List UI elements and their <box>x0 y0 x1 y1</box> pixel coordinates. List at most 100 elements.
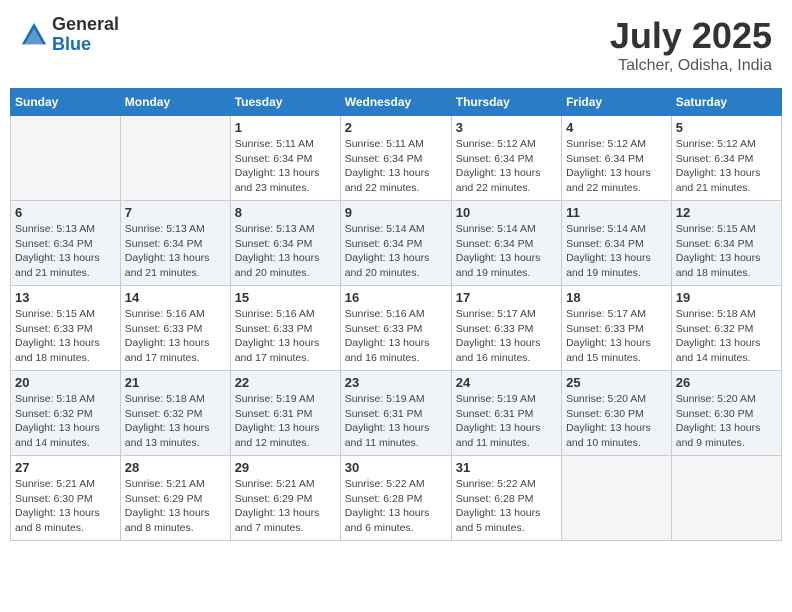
day-number: 22 <box>235 375 336 390</box>
day-number: 17 <box>456 290 557 305</box>
calendar-cell <box>11 116 121 201</box>
weekday-header: Tuesday <box>230 89 340 116</box>
calendar-cell <box>671 456 781 541</box>
calendar-cell: 16 Sunrise: 5:16 AMSunset: 6:33 PMDayligh… <box>340 286 451 371</box>
day-detail: Sunrise: 5:12 AMSunset: 6:34 PMDaylight:… <box>566 137 667 196</box>
day-detail: Sunrise: 5:18 AMSunset: 6:32 PMDaylight:… <box>676 307 777 366</box>
day-detail: Sunrise: 5:19 AMSunset: 6:31 PMDaylight:… <box>235 392 336 451</box>
weekday-header: Wednesday <box>340 89 451 116</box>
day-number: 18 <box>566 290 667 305</box>
logo: General Blue <box>20 15 119 55</box>
logo-icon <box>20 21 48 49</box>
day-number: 20 <box>15 375 116 390</box>
day-detail: Sunrise: 5:16 AMSunset: 6:33 PMDaylight:… <box>125 307 226 366</box>
day-number: 1 <box>235 120 336 135</box>
weekday-header: Sunday <box>11 89 121 116</box>
day-number: 6 <box>15 205 116 220</box>
logo-text: General Blue <box>52 15 119 55</box>
day-detail: Sunrise: 5:11 AMSunset: 6:34 PMDaylight:… <box>235 137 336 196</box>
calendar-cell: 17 Sunrise: 5:17 AMSunset: 6:33 PMDayligh… <box>451 286 561 371</box>
day-detail: Sunrise: 5:17 AMSunset: 6:33 PMDaylight:… <box>456 307 557 366</box>
day-detail: Sunrise: 5:12 AMSunset: 6:34 PMDaylight:… <box>676 137 777 196</box>
day-number: 29 <box>235 460 336 475</box>
day-number: 7 <box>125 205 226 220</box>
day-number: 2 <box>345 120 447 135</box>
day-number: 27 <box>15 460 116 475</box>
day-detail: Sunrise: 5:22 AMSunset: 6:28 PMDaylight:… <box>345 477 447 536</box>
calendar-cell: 14 Sunrise: 5:16 AMSunset: 6:33 PMDayligh… <box>120 286 230 371</box>
calendar-week-row: 6 Sunrise: 5:13 AMSunset: 6:34 PMDaylight… <box>11 201 782 286</box>
day-detail: Sunrise: 5:18 AMSunset: 6:32 PMDaylight:… <box>15 392 116 451</box>
calendar-cell: 18 Sunrise: 5:17 AMSunset: 6:33 PMDayligh… <box>562 286 672 371</box>
calendar-cell: 20 Sunrise: 5:18 AMSunset: 6:32 PMDayligh… <box>11 371 121 456</box>
calendar-week-row: 20 Sunrise: 5:18 AMSunset: 6:32 PMDayligh… <box>11 371 782 456</box>
day-number: 28 <box>125 460 226 475</box>
day-detail: Sunrise: 5:21 AMSunset: 6:29 PMDaylight:… <box>125 477 226 536</box>
calendar-cell: 27 Sunrise: 5:21 AMSunset: 6:30 PMDayligh… <box>11 456 121 541</box>
day-number: 24 <box>456 375 557 390</box>
calendar-cell: 1 Sunrise: 5:11 AMSunset: 6:34 PMDaylight… <box>230 116 340 201</box>
day-number: 3 <box>456 120 557 135</box>
calendar-cell: 3 Sunrise: 5:12 AMSunset: 6:34 PMDaylight… <box>451 116 561 201</box>
day-detail: Sunrise: 5:13 AMSunset: 6:34 PMDaylight:… <box>15 222 116 281</box>
page-header: General Blue July 2025 Talcher, Odisha, … <box>10 10 782 80</box>
calendar-cell: 4 Sunrise: 5:12 AMSunset: 6:34 PMDaylight… <box>562 116 672 201</box>
day-number: 11 <box>566 205 667 220</box>
calendar-cell: 31 Sunrise: 5:22 AMSunset: 6:28 PMDayligh… <box>451 456 561 541</box>
calendar-week-row: 1 Sunrise: 5:11 AMSunset: 6:34 PMDaylight… <box>11 116 782 201</box>
day-number: 23 <box>345 375 447 390</box>
day-detail: Sunrise: 5:14 AMSunset: 6:34 PMDaylight:… <box>566 222 667 281</box>
calendar-cell: 10Sunrise: 5:14 AMSunset: 6:34 PMDayligh… <box>451 201 561 286</box>
weekday-header: Saturday <box>671 89 781 116</box>
day-detail: Sunrise: 5:13 AMSunset: 6:34 PMDaylight:… <box>235 222 336 281</box>
day-detail: Sunrise: 5:20 AMSunset: 6:30 PMDaylight:… <box>566 392 667 451</box>
day-detail: Sunrise: 5:21 AMSunset: 6:30 PMDaylight:… <box>15 477 116 536</box>
calendar-week-row: 13Sunrise: 5:15 AMSunset: 6:33 PMDayligh… <box>11 286 782 371</box>
day-detail: Sunrise: 5:16 AMSunset: 6:33 PMDaylight:… <box>235 307 336 366</box>
day-number: 5 <box>676 120 777 135</box>
calendar-cell <box>562 456 672 541</box>
calendar-cell: 24 Sunrise: 5:19 AMSunset: 6:31 PMDayligh… <box>451 371 561 456</box>
logo-blue: Blue <box>52 35 119 55</box>
day-detail: Sunrise: 5:11 AMSunset: 6:34 PMDaylight:… <box>345 137 447 196</box>
day-number: 14 <box>125 290 226 305</box>
calendar-cell: 15 Sunrise: 5:16 AMSunset: 6:33 PMDayligh… <box>230 286 340 371</box>
day-number: 12 <box>676 205 777 220</box>
day-number: 30 <box>345 460 447 475</box>
day-detail: Sunrise: 5:12 AMSunset: 6:34 PMDaylight:… <box>456 137 557 196</box>
day-detail: Sunrise: 5:17 AMSunset: 6:33 PMDaylight:… <box>566 307 667 366</box>
day-detail: Sunrise: 5:22 AMSunset: 6:28 PMDaylight:… <box>456 477 557 536</box>
day-number: 19 <box>676 290 777 305</box>
calendar-cell: 9Sunrise: 5:14 AMSunset: 6:34 PMDaylight… <box>340 201 451 286</box>
calendar-cell: 23 Sunrise: 5:19 AMSunset: 6:31 PMDayligh… <box>340 371 451 456</box>
day-detail: Sunrise: 5:15 AMSunset: 6:34 PMDaylight:… <box>676 222 777 281</box>
day-number: 13 <box>15 290 116 305</box>
calendar-cell: 13Sunrise: 5:15 AMSunset: 6:33 PMDayligh… <box>11 286 121 371</box>
calendar-week-row: 27 Sunrise: 5:21 AMSunset: 6:30 PMDayligh… <box>11 456 782 541</box>
calendar-cell: 5 Sunrise: 5:12 AMSunset: 6:34 PMDaylight… <box>671 116 781 201</box>
calendar-cell: 28 Sunrise: 5:21 AMSunset: 6:29 PMDayligh… <box>120 456 230 541</box>
calendar-cell: 21Sunrise: 5:18 AMSunset: 6:32 PMDayligh… <box>120 371 230 456</box>
day-number: 26 <box>676 375 777 390</box>
weekday-header: Friday <box>562 89 672 116</box>
day-number: 31 <box>456 460 557 475</box>
calendar-table: SundayMondayTuesdayWednesdayThursdayFrid… <box>10 88 782 541</box>
day-detail: Sunrise: 5:14 AMSunset: 6:34 PMDaylight:… <box>456 222 557 281</box>
title-block: July 2025 Talcher, Odisha, India <box>610 15 772 75</box>
day-detail: Sunrise: 5:16 AMSunset: 6:33 PMDaylight:… <box>345 307 447 366</box>
day-detail: Sunrise: 5:20 AMSunset: 6:30 PMDaylight:… <box>676 392 777 451</box>
weekday-header-row: SundayMondayTuesdayWednesdayThursdayFrid… <box>11 89 782 116</box>
calendar-cell: 30 Sunrise: 5:22 AMSunset: 6:28 PMDayligh… <box>340 456 451 541</box>
day-number: 15 <box>235 290 336 305</box>
weekday-header: Thursday <box>451 89 561 116</box>
day-number: 9 <box>345 205 447 220</box>
day-number: 16 <box>345 290 447 305</box>
calendar-cell: 11 Sunrise: 5:14 AMSunset: 6:34 PMDayligh… <box>562 201 672 286</box>
day-detail: Sunrise: 5:19 AMSunset: 6:31 PMDaylight:… <box>345 392 447 451</box>
location: Talcher, Odisha, India <box>610 57 772 75</box>
calendar-cell: 29Sunrise: 5:21 AMSunset: 6:29 PMDayligh… <box>230 456 340 541</box>
day-detail: Sunrise: 5:19 AMSunset: 6:31 PMDaylight:… <box>456 392 557 451</box>
day-number: 4 <box>566 120 667 135</box>
day-number: 25 <box>566 375 667 390</box>
calendar-cell: 26 Sunrise: 5:20 AMSunset: 6:30 PMDayligh… <box>671 371 781 456</box>
